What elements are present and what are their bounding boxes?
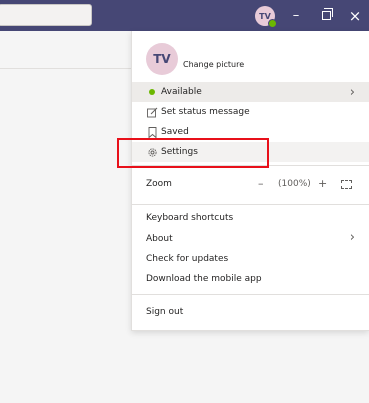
close-button[interactable]: ×	[341, 0, 369, 31]
chevron-right-icon: ›	[349, 84, 355, 100]
sign-out-item[interactable]: Sign out	[146, 307, 183, 317]
settings-highlight-box	[117, 138, 269, 168]
bookmark-icon	[146, 126, 158, 138]
background-divider	[0, 68, 131, 69]
change-picture-link[interactable]: Change picture	[183, 60, 244, 69]
menu-divider	[132, 294, 369, 295]
title-bar: TV – ×	[0, 0, 369, 31]
available-status-icon	[149, 89, 155, 95]
zoom-out-button[interactable]: –	[258, 177, 264, 190]
menu-divider	[132, 204, 369, 205]
zoom-in-button[interactable]: +	[318, 177, 327, 190]
edit-status-icon	[146, 106, 158, 118]
profile-menu: TV Change picture Available › Set status…	[131, 31, 369, 331]
search-input[interactable]	[0, 4, 92, 26]
presence-indicator	[268, 19, 277, 28]
set-status-label: Set status message	[161, 107, 250, 117]
set-status-message-item[interactable]: Set status message	[132, 102, 369, 122]
fullscreen-icon[interactable]	[341, 180, 352, 189]
close-icon: ×	[348, 6, 362, 25]
zoom-row: Zoom – (100%) +	[132, 174, 369, 196]
restore-icon	[321, 8, 333, 20]
status-item[interactable]: Available ›	[132, 82, 369, 102]
chevron-right-icon: ›	[349, 230, 355, 245]
keyboard-shortcuts-item[interactable]: Keyboard shortcuts	[146, 213, 233, 223]
minimize-button[interactable]: –	[282, 0, 310, 31]
zoom-label: Zoom	[146, 179, 172, 189]
status-label: Available	[161, 87, 202, 97]
restore-button[interactable]	[312, 0, 340, 31]
download-mobile-app-item[interactable]: Download the mobile app	[146, 274, 262, 284]
about-item[interactable]: About	[146, 234, 173, 244]
minimize-icon: –	[292, 8, 300, 23]
check-for-updates-item[interactable]: Check for updates	[146, 254, 228, 264]
zoom-level: (100%)	[278, 179, 311, 189]
saved-label: Saved	[161, 127, 189, 137]
menu-avatar[interactable]: TV	[146, 43, 178, 75]
menu-avatar-initials: TV	[153, 52, 171, 66]
